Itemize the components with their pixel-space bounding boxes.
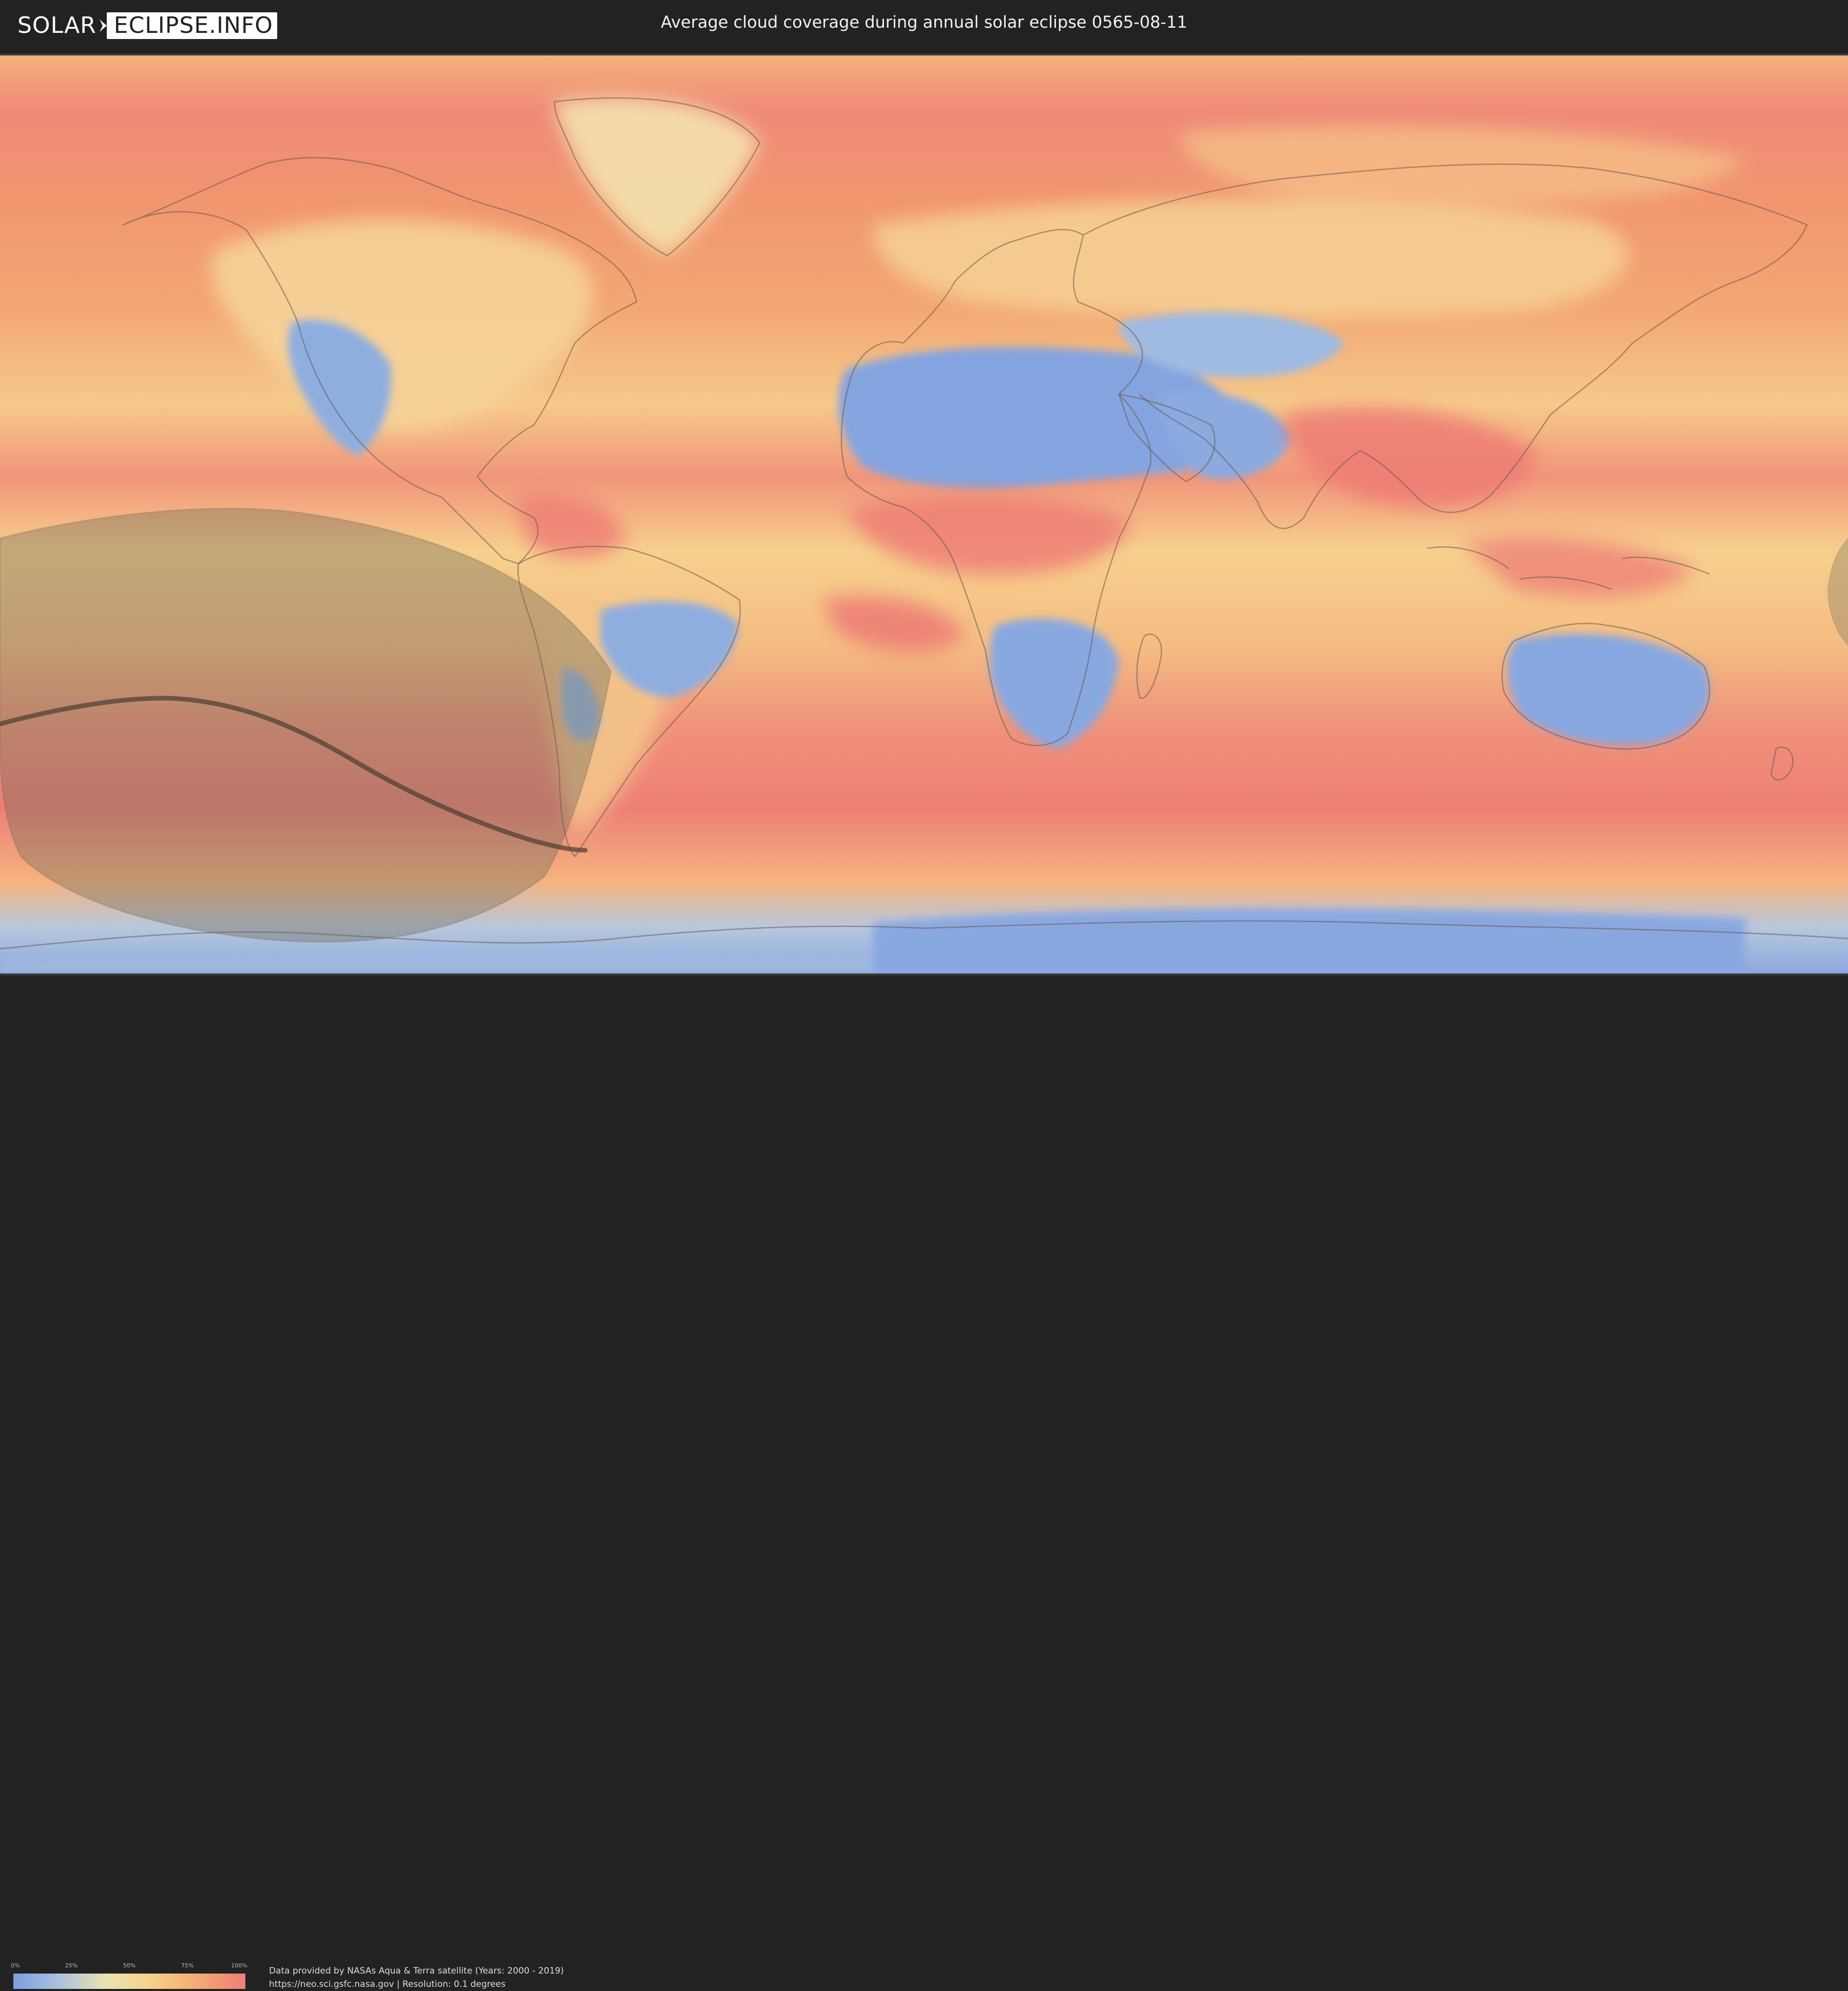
- cloud-coverage-map[interactable]: [0, 53, 1848, 975]
- legend-tick-0: 0%: [11, 1962, 20, 1969]
- footer-bar: 0% 25% 50% 75% 100% Data provided by NAS…: [0, 975, 1848, 1989]
- page-title: Average cloud coverage during annual sol…: [661, 12, 1187, 32]
- data-credit: Data provided by NASAs Aqua & Terra sate…: [269, 1964, 564, 1991]
- legend-tick-100: 100%: [231, 1962, 247, 1969]
- header-bar: SOLAR ECLIPSE.INFO Average cloud coverag…: [0, 0, 1848, 51]
- credit-source-text: Data provided by NASAs Aqua & Terra sate…: [269, 1966, 564, 1976]
- world-map-canvas[interactable]: [0, 55, 1848, 973]
- legend-tick-labels: 0% 25% 50% 75% 100%: [11, 1962, 247, 1969]
- credit-url-text[interactable]: https://neo.sci.gsfc.nasa.gov | Resoluti…: [269, 1978, 564, 1991]
- cloud-coverage-legend-gradient: [13, 1974, 245, 1989]
- legend-tick-50: 50%: [123, 1962, 136, 1969]
- legend-tick-75: 75%: [181, 1962, 194, 1969]
- legend-tick-25: 25%: [65, 1962, 78, 1969]
